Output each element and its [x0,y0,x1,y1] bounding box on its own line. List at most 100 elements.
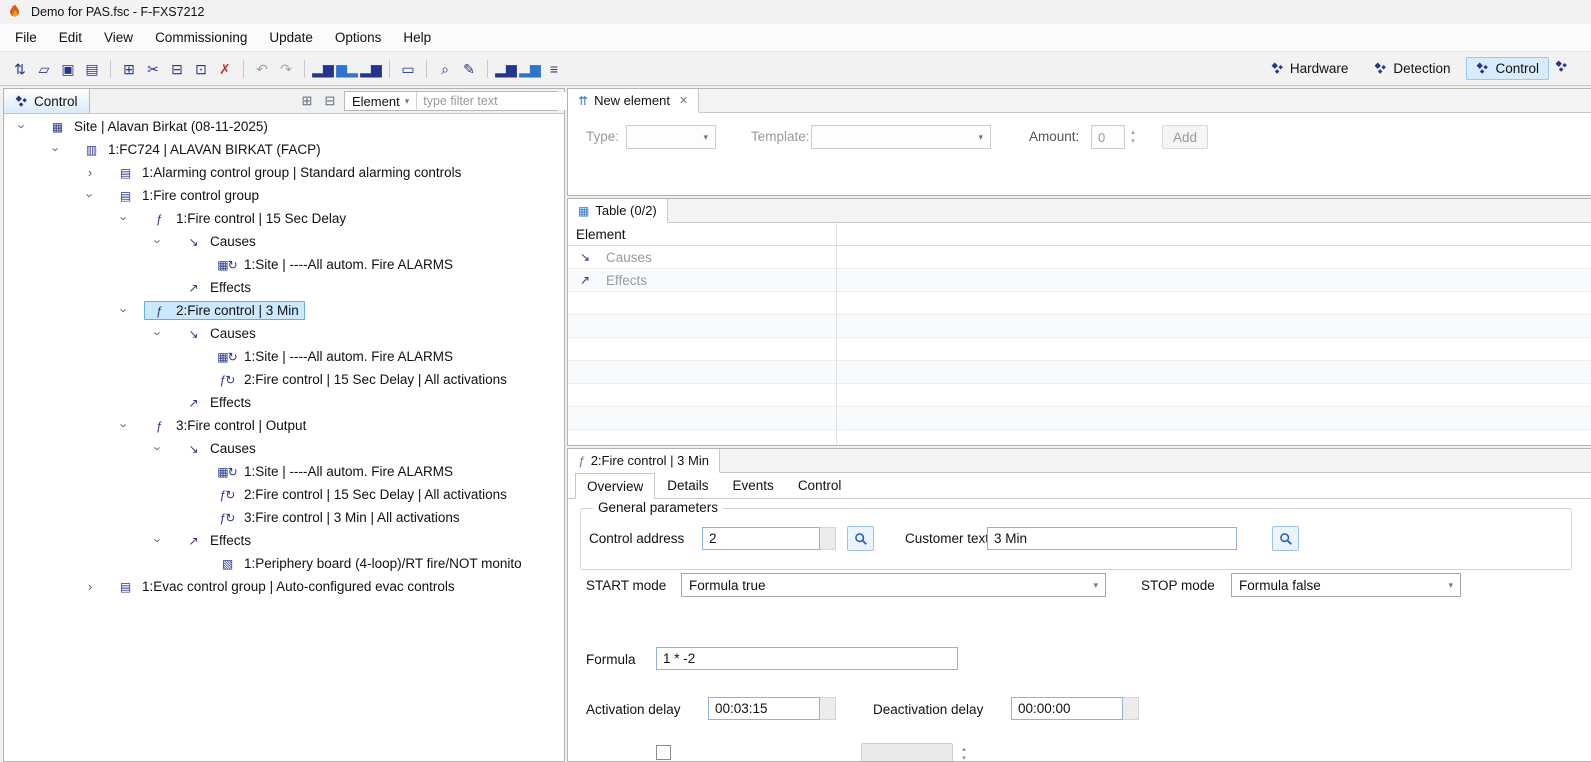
undo-button[interactable]: ↶ [250,57,274,81]
amount-stepper[interactable]: 0 [1091,125,1125,149]
chart-up2-button[interactable]: ▂▆ [518,57,542,81]
tab-fire-control-detail[interactable]: ƒ 2:Fire control | 3 Min [568,449,720,473]
search-button[interactable]: ⌕ [433,57,457,81]
add-button[interactable]: Add [1162,125,1208,149]
collapse-all-button[interactable]: ⊟ [321,92,339,110]
filter-input[interactable] [417,92,590,110]
menu-item[interactable]: View [93,26,144,49]
menu-item[interactable]: Options [324,26,393,49]
tree-item[interactable]: › ↗ Effects [4,391,564,414]
chart-up-button[interactable]: ▂▆ [494,57,518,81]
column-divider[interactable] [836,223,837,445]
amount-spin-arrows[interactable]: ▴ ▾ [1126,125,1140,149]
spinner[interactable]: ▴ ▾ [957,743,971,761]
expander-icon[interactable]: › [49,142,64,158]
chart-add-button[interactable]: ▆▂ [335,57,359,81]
expand-all-button[interactable]: ⊞ [298,92,316,110]
customer-text-browse-button[interactable] [1272,526,1299,551]
tree-item[interactable]: › ▧ 1:Periphery board (4-loop)/RT fire/N… [4,552,564,575]
tree-item[interactable]: › ▥ 1:FC724 | ALAVAN BIRKAT (FACP) [4,138,564,161]
tab-control[interactable]: Control [786,473,854,498]
stop-mode-dropdown[interactable]: Formula false ▾ [1231,573,1461,597]
menu-item[interactable]: Commissioning [144,26,258,49]
tree-item[interactable]: › ƒ↻ 3:Fire control | 3 Min | All activa… [4,506,564,529]
expander-icon[interactable]: › [117,211,132,227]
column-header-element[interactable]: Element [576,227,626,242]
edit-table-button[interactable]: ✎ [457,57,481,81]
expander-icon[interactable]: › [151,441,166,457]
tab-new-element[interactable]: ⇈ New element ✕ [568,89,699,113]
copy-button[interactable]: ⊞ [117,57,141,81]
disabled-button[interactable] [861,743,953,761]
tree-item[interactable]: › ƒ 1:Fire control | 15 Sec Delay [4,207,564,230]
menu-item[interactable]: Help [392,26,442,49]
paste-button[interactable]: ⊟ [165,57,189,81]
task-tab-detection[interactable]: Detection [1364,57,1460,80]
tree-item[interactable]: › ▦ Site | Alavan Birkat (08-11-2025) [4,115,564,138]
activation-delay-input[interactable] [708,697,820,720]
list-button[interactable]: ≡ [542,57,566,81]
redo-button[interactable]: ↷ [274,57,298,81]
table-row[interactable]: ↗ Effects [568,269,1591,292]
expander-icon[interactable]: › [83,188,98,204]
tree-item[interactable]: › ƒ↻ 2:Fire control | 15 Sec Delay | All… [4,368,564,391]
cut-button[interactable]: ✂ [141,57,165,81]
tree-item[interactable]: › ↘ Causes [4,322,564,345]
menu-item[interactable]: File [4,26,48,49]
print-button[interactable]: ▤ [80,57,104,81]
tab-details[interactable]: Details [655,473,720,498]
activation-delay-aux-button[interactable] [820,697,836,720]
expander-icon[interactable]: › [82,579,98,594]
table-row[interactable]: ↘ Causes [568,246,1591,269]
checkbox[interactable] [656,745,671,760]
expander-icon[interactable]: › [82,165,98,180]
customer-text-input[interactable] [987,527,1237,550]
control-address-aux-button[interactable] [820,527,836,550]
tree-item[interactable]: › ƒ↻ 2:Fire control | 15 Sec Delay | All… [4,483,564,506]
chart-update-button[interactable]: ▂▆ [359,57,383,81]
deactivation-delay-aux-button[interactable] [1123,697,1139,720]
terminal-button[interactable]: ▭ [396,57,420,81]
save-button[interactable]: ▣ [56,57,80,81]
delete-button[interactable]: ✗ [213,57,237,81]
paste-special-button[interactable]: ⊡ [189,57,213,81]
task-tab-control[interactable]: Control [1466,57,1549,80]
tree-item[interactable]: › ▤ 1:Fire control group [4,184,564,207]
tree-item[interactable]: › ↘ Causes [4,437,564,460]
menu-item[interactable]: Edit [48,26,93,49]
start-mode-dropdown[interactable]: Formula true ▾ [681,573,1106,597]
close-icon[interactable]: ✕ [679,94,688,107]
tab-overview[interactable]: Overview [575,473,655,499]
tree-item[interactable]: › ▦↻ 1:Site | ----All autom. Fire ALARMS [4,253,564,276]
tree-item[interactable]: › ↗ Effects [4,529,564,552]
tree-item[interactable]: › ↗ Effects [4,276,564,299]
expander-icon[interactable]: › [15,119,30,135]
menu-item[interactable]: Update [258,26,324,49]
tree-item[interactable]: › ƒ 3:Fire control | Output [4,414,564,437]
open-folder-button[interactable]: ▱ [32,57,56,81]
task-tab-hardware[interactable]: Hardware [1261,57,1359,80]
task-tab-partial[interactable] [1555,60,1591,73]
chart-export-button[interactable]: ▂▆ [311,57,335,81]
type-dropdown[interactable]: ▾ [626,125,716,149]
tab-table[interactable]: ▦ Table (0/2) [568,199,668,223]
expander-icon[interactable]: › [117,418,132,434]
deactivation-delay-input[interactable] [1011,697,1123,720]
formula-input[interactable] [656,647,958,670]
control-address-input[interactable] [702,527,820,550]
tree-item[interactable]: › ▤ 1:Alarming control group | Standard … [4,161,564,184]
element-scope-dropdown[interactable]: Element ▾ [345,92,417,110]
tree-item[interactable]: › ƒ 2:Fire control | 3 Min [4,299,564,322]
expander-icon[interactable]: › [117,303,132,319]
tab-control-view[interactable]: Control [4,89,90,113]
tab-events[interactable]: Events [721,473,786,498]
control-address-browse-button[interactable] [847,526,874,551]
expander-icon[interactable]: › [151,533,166,549]
tree-item[interactable]: › ↘ Causes [4,230,564,253]
tree-item[interactable]: › ▤ 1:Evac control group | Auto-configur… [4,575,564,598]
template-dropdown[interactable]: ▾ [811,125,991,149]
tree-item[interactable]: › ▦↻ 1:Site | ----All autom. Fire ALARMS [4,345,564,368]
expander-icon[interactable]: › [151,326,166,342]
expander-icon[interactable]: › [151,234,166,250]
tree-item[interactable]: › ▦↻ 1:Site | ----All autom. Fire ALARMS [4,460,564,483]
